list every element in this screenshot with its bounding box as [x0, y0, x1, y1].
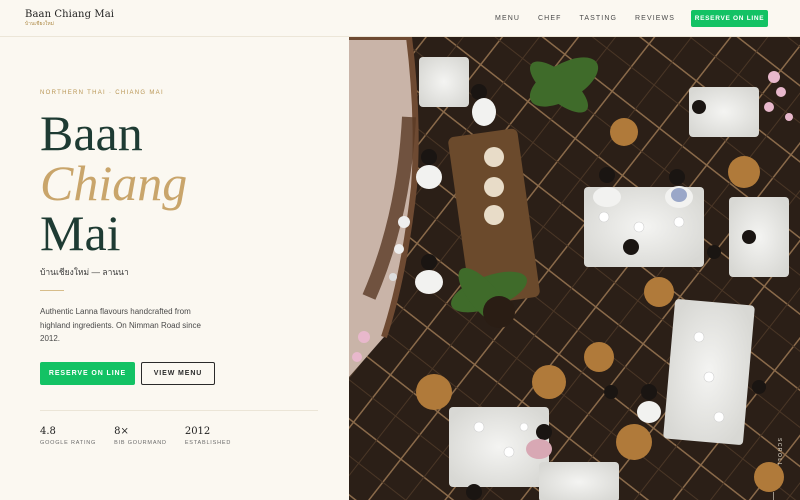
stat-value: 8×	[114, 426, 129, 437]
hero-description: Authentic Lanna flavours handcrafted fro…	[40, 307, 201, 343]
stat-rating: 4.8 GOOGLE RATING	[40, 426, 96, 446]
stats-row: 4.8 GOOGLE RATING 8× BIB GOURMAND 2012 E…	[40, 426, 249, 446]
stat-label: GOOGLE RATING	[40, 440, 97, 446]
brand-thai-name: บ้านเชียงใหม่	[25, 21, 54, 27]
hero-title-line-1: Baan	[40, 105, 143, 161]
brand-logo[interactable]: Baan Chiang Mai บ้านเชียงใหม่	[25, 9, 114, 28]
stat-value: 4.8	[40, 426, 56, 437]
stats-divider	[40, 410, 318, 411]
site-header: Baan Chiang Mai บ้านเชียงใหม่ MENU CHEF …	[0, 0, 800, 37]
hero-reserve-button[interactable]: RESERVE ON LINE	[40, 362, 135, 385]
scroll-indicator-label[interactable]: SCROLL	[776, 438, 782, 467]
stat-value: 2012	[184, 426, 211, 437]
hero-thai-subtitle: บ้านเชียงใหม่ — ลานนา	[40, 267, 129, 277]
nav-link-chef[interactable]: CHEF	[538, 15, 561, 22]
hero-title: Baan Chiang Mai	[40, 108, 187, 258]
scroll-indicator-line	[773, 492, 774, 500]
restaurant-overhead-image	[349, 37, 800, 500]
hero-title-line-3: Mai	[40, 205, 121, 261]
hero-photo: SCROLL	[349, 37, 800, 500]
hero-divider	[40, 290, 64, 291]
nav-link-tasting[interactable]: TASTING	[580, 15, 618, 22]
hero-eyebrow: NORTHERN THAI · CHIANG MAI	[40, 90, 164, 96]
stat-established: 2012 ESTABLISHED	[185, 426, 231, 446]
header-reserve-button[interactable]: RESERVE ON LINE	[691, 10, 768, 27]
view-menu-button[interactable]: VIEW MENU	[141, 362, 215, 385]
nav-link-reviews[interactable]: REVIEWS	[635, 15, 675, 22]
stat-bib-gourmand: 8× BIB GOURMAND	[114, 426, 167, 446]
hero-title-line-2: Chiang	[40, 155, 188, 211]
brand-name: Baan Chiang Mai	[25, 9, 115, 20]
main-nav: MENU CHEF TASTING REVIEWS	[477, 0, 675, 37]
nav-link-menu[interactable]: MENU	[495, 15, 520, 22]
stat-label: BIB GOURMAND	[114, 440, 167, 446]
stat-label: ESTABLISHED	[184, 440, 232, 446]
